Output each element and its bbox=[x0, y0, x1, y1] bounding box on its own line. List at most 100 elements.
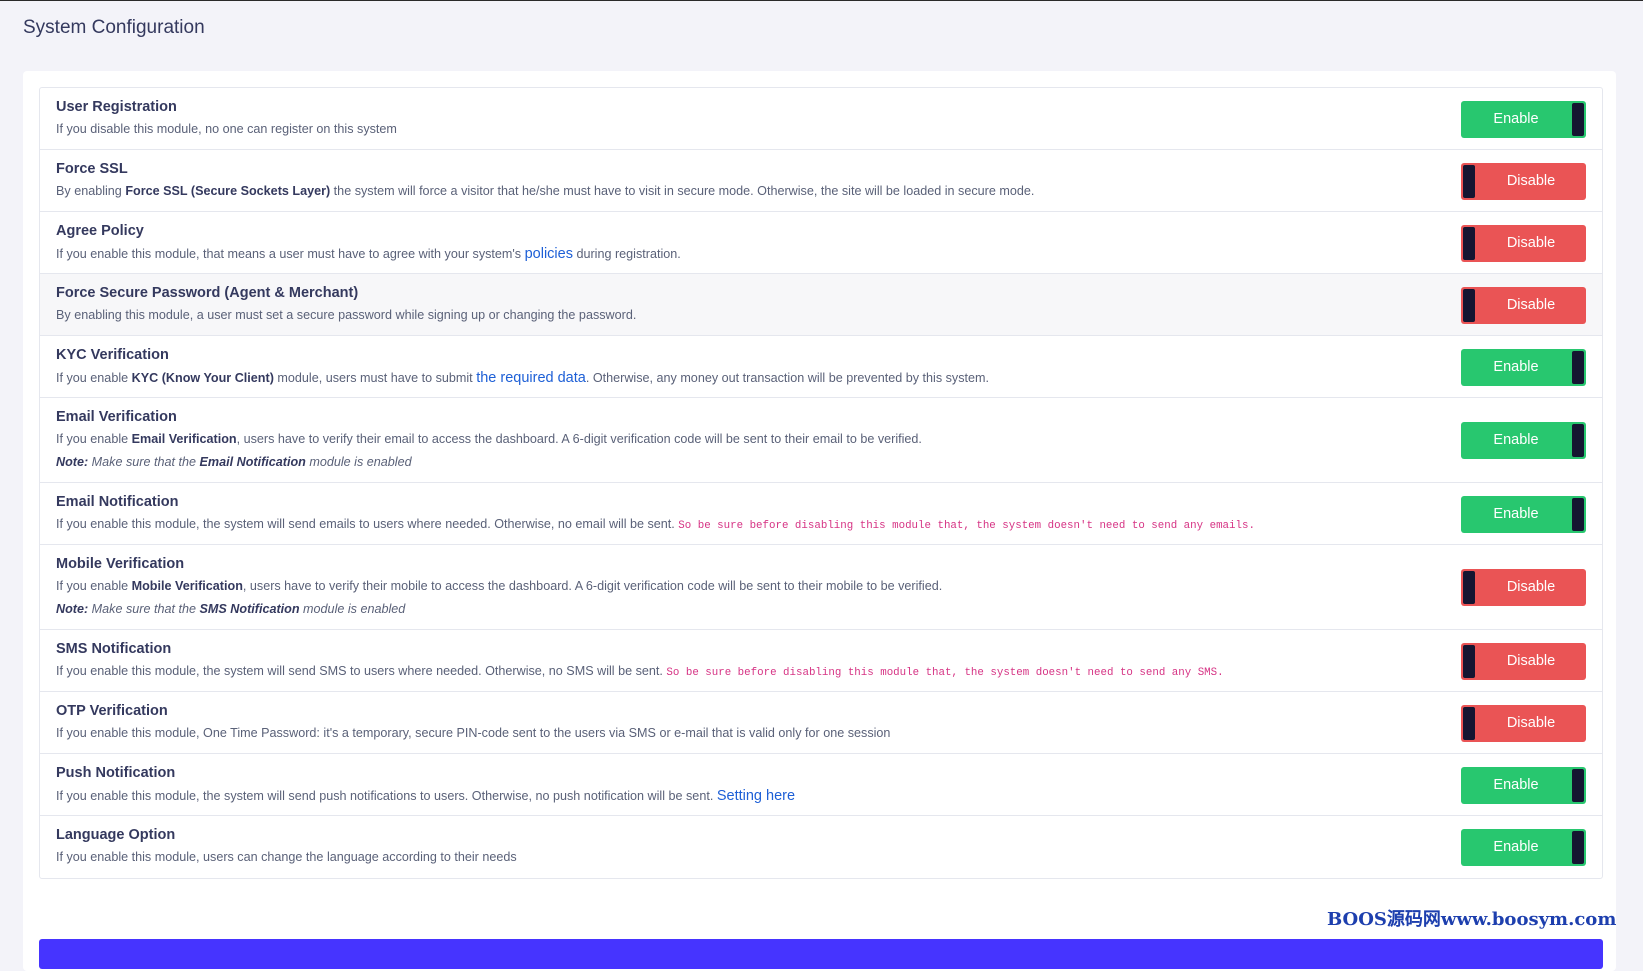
config-row-note: Note: Make sure that the SMS Notificatio… bbox=[56, 602, 405, 616]
config-row-title: Force Secure Password (Agent & Merchant) bbox=[56, 285, 359, 301]
config-row: Force SSL By enabling Force SSL (Secure S… bbox=[40, 150, 1602, 212]
toggle-switch[interactable]: Disable bbox=[1461, 643, 1586, 680]
toggle-label: Disable bbox=[1506, 173, 1556, 189]
emphasis-text: SMS Notification bbox=[199, 602, 300, 616]
config-row-title: Force SSL bbox=[56, 161, 128, 177]
emphasis-text: Note: bbox=[56, 455, 89, 469]
config-row-title: Mobile Verification bbox=[56, 556, 185, 572]
emphasis-text: Force SSL (Secure Sockets Layer) bbox=[125, 184, 331, 198]
config-row: User Registration If you disable this mod… bbox=[40, 88, 1602, 150]
toggle-knob bbox=[1572, 498, 1584, 531]
toggle-switch[interactable]: Disable bbox=[1461, 287, 1586, 324]
config-row-description: If you enable KYC (Know Your Client) mod… bbox=[56, 370, 989, 386]
config-row-description: If you enable this module, users can cha… bbox=[56, 850, 517, 864]
emphasis-text: Email Verification bbox=[131, 432, 237, 446]
toggle-knob bbox=[1463, 645, 1475, 678]
config-list: User Registration If you disable this mod… bbox=[39, 87, 1603, 879]
config-row: OTP Verification If you enable this modul… bbox=[40, 692, 1602, 754]
toggle-label: Enable bbox=[1493, 777, 1539, 793]
config-row-description: If you enable this module, the system wi… bbox=[56, 517, 1255, 532]
toggle-switch[interactable]: Enable bbox=[1461, 422, 1586, 459]
toggle-switch[interactable]: Enable bbox=[1461, 829, 1586, 866]
config-row: Email Notification If you enable this mod… bbox=[40, 483, 1602, 545]
config-row-description: If you enable this module, that means a … bbox=[56, 246, 681, 262]
config-row-title: SMS Notification bbox=[56, 641, 172, 657]
config-row-description: By enabling Force SSL (Secure Sockets La… bbox=[56, 184, 1034, 198]
toggle-knob bbox=[1463, 289, 1475, 322]
config-row-description: If you enable Email Verification, users … bbox=[56, 432, 922, 446]
desc-text: Make sure that the bbox=[88, 602, 200, 616]
toggle-label: Disable bbox=[1506, 653, 1556, 669]
config-row-description: If you enable Mobile Verification, users… bbox=[56, 579, 942, 593]
inline-link[interactable]: policies bbox=[525, 246, 573, 262]
submit-button[interactable] bbox=[39, 939, 1603, 969]
desc-text: If you enable bbox=[56, 371, 132, 385]
toggle-switch[interactable]: Disable bbox=[1461, 225, 1586, 262]
config-row-title: Language Option bbox=[56, 827, 176, 843]
config-row-title: KYC Verification bbox=[56, 347, 169, 363]
desc-text: By enabling bbox=[56, 184, 126, 198]
config-row: Agree Policy If you enable this module, t… bbox=[40, 212, 1602, 274]
toggle-label: Enable bbox=[1493, 432, 1539, 448]
config-row-title: Email Notification bbox=[56, 494, 179, 510]
config-row-description: If you enable this module, One Time Pass… bbox=[56, 726, 890, 740]
config-row: Language Option If you enable this module… bbox=[40, 816, 1602, 878]
toggle-switch[interactable]: Disable bbox=[1461, 163, 1586, 200]
toggle-switch[interactable]: Enable bbox=[1461, 496, 1586, 533]
config-row-description: If you enable this module, the system wi… bbox=[56, 664, 1224, 679]
toggle-switch[interactable]: Enable bbox=[1461, 349, 1586, 386]
desc-text: If you enable this module, that means a … bbox=[56, 247, 525, 261]
toggle-knob bbox=[1572, 351, 1584, 384]
config-row-note: Note: Make sure that the Email Notificat… bbox=[56, 455, 412, 469]
desc-text: , users have to verify their email to ac… bbox=[236, 432, 922, 446]
config-row-title: User Registration bbox=[56, 99, 177, 115]
toggle-knob bbox=[1463, 571, 1475, 604]
toggle-label: Disable bbox=[1506, 715, 1556, 731]
desc-text: Make sure that the bbox=[88, 455, 200, 469]
desc-text: module is enabled bbox=[305, 455, 412, 469]
desc-text: If you enable this module, the system wi… bbox=[56, 789, 717, 803]
emphasis-text: Mobile Verification bbox=[131, 579, 243, 593]
desc-text: during registration. bbox=[572, 247, 681, 261]
desc-text: module, users must have to submit bbox=[273, 371, 477, 385]
config-row-title: OTP Verification bbox=[56, 703, 168, 719]
desc-text: , users have to verify their mobile to a… bbox=[242, 579, 943, 593]
config-row: KYC Verification If you enable KYC (Know … bbox=[40, 336, 1602, 398]
toggle-label: Enable bbox=[1493, 111, 1539, 127]
desc-text: If you enable this module, One Time Pass… bbox=[56, 726, 891, 740]
config-row-description: If you disable this module, no one can r… bbox=[56, 122, 397, 136]
inline-link[interactable]: the required data bbox=[476, 370, 586, 386]
desc-text: If you enable this module, the system wi… bbox=[56, 517, 679, 531]
config-row-title: Agree Policy bbox=[56, 223, 144, 239]
desc-text: module is enabled bbox=[299, 602, 406, 616]
config-row: Force Secure Password (Agent & Merchant)… bbox=[40, 274, 1602, 336]
config-row-description: By enabling this module, a user must set… bbox=[56, 308, 636, 322]
config-row-description: If you enable this module, the system wi… bbox=[56, 788, 795, 804]
desc-text: If you enable this module, users can cha… bbox=[56, 850, 517, 864]
toggle-switch[interactable]: Enable bbox=[1461, 767, 1586, 804]
emphasis-text: Email Notification bbox=[199, 455, 306, 469]
top-border bbox=[0, 0, 1643, 1]
toggle-switch[interactable]: Enable bbox=[1461, 101, 1586, 138]
desc-text: . Otherwise, any money out transaction w… bbox=[585, 371, 990, 385]
config-row: Email Verification If you enable Email Ve… bbox=[40, 398, 1602, 483]
toggle-switch[interactable]: Disable bbox=[1461, 705, 1586, 742]
toggle-label: Enable bbox=[1493, 839, 1539, 855]
toggle-knob bbox=[1572, 769, 1584, 802]
inline-link[interactable]: Setting here bbox=[717, 788, 795, 804]
desc-text: the system will force a visitor that he/… bbox=[330, 184, 1035, 198]
toggle-label: Disable bbox=[1506, 579, 1556, 595]
desc-text: If you enable bbox=[56, 432, 132, 446]
toggle-knob bbox=[1463, 707, 1475, 740]
toggle-knob bbox=[1572, 103, 1584, 136]
warning-code-text: So be sure before disabling this module … bbox=[678, 520, 1255, 532]
toggle-switch[interactable]: Disable bbox=[1461, 569, 1586, 606]
config-row: SMS Notification If you enable this modul… bbox=[40, 630, 1602, 692]
desc-text: By enabling this module, a user must set… bbox=[56, 308, 637, 322]
toggle-label: Enable bbox=[1493, 506, 1539, 522]
config-row-title: Push Notification bbox=[56, 765, 176, 781]
toggle-knob bbox=[1572, 424, 1584, 457]
desc-text: If you enable bbox=[56, 579, 132, 593]
desc-text: If you disable this module, no one can r… bbox=[56, 122, 397, 136]
warning-code-text: So be sure before disabling this module … bbox=[666, 667, 1224, 679]
